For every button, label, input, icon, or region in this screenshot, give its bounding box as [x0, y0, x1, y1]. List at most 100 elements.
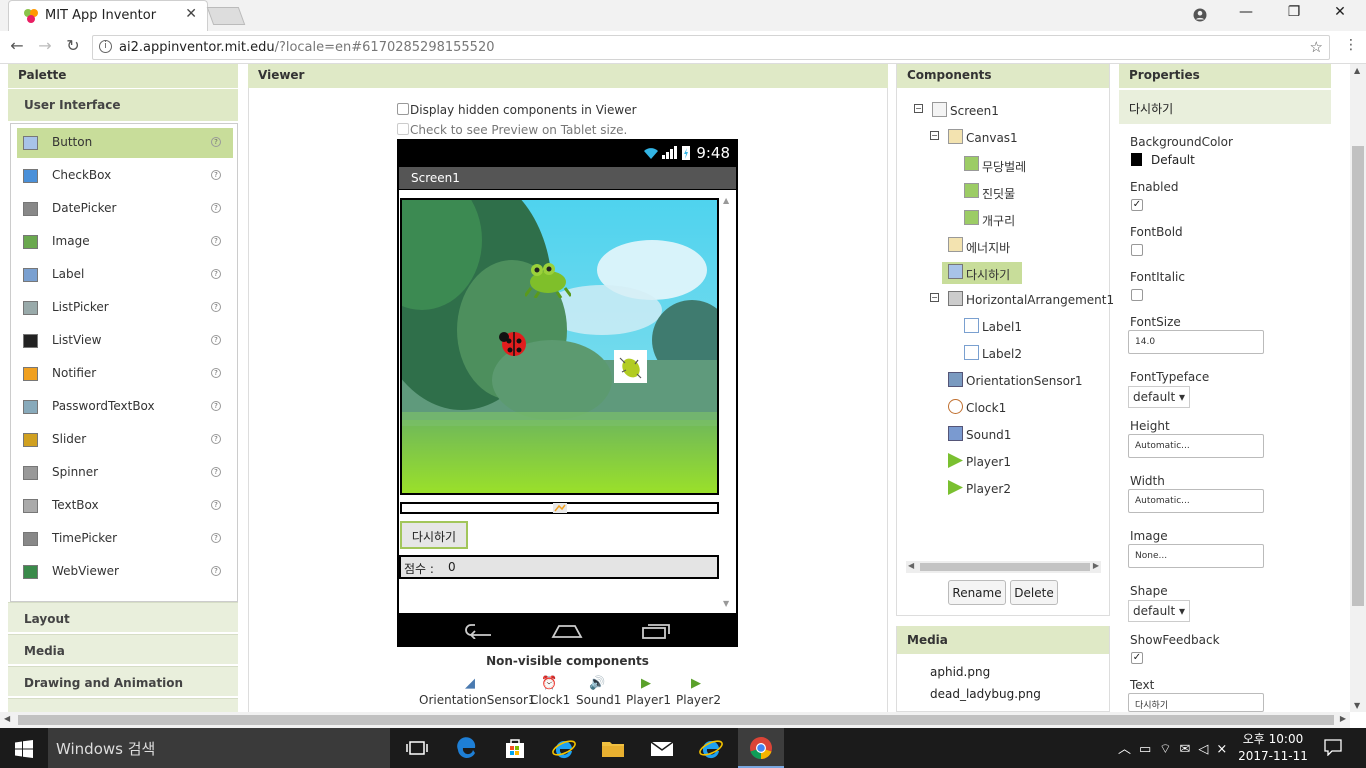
task-view-icon[interactable] [404, 736, 430, 760]
rename-button[interactable]: Rename [948, 580, 1006, 605]
tablet-preview-checkbox[interactable] [397, 123, 409, 135]
palette-item-passwordtextbox[interactable]: PasswordTextBox? [17, 392, 233, 422]
store-icon[interactable] [502, 736, 528, 760]
palette-category-media[interactable]: Media [8, 634, 238, 664]
image-input[interactable]: None... [1128, 544, 1264, 568]
help-icon[interactable]: ? [211, 137, 221, 147]
help-icon[interactable]: ? [211, 335, 221, 345]
phone-recents-icon[interactable] [641, 623, 671, 639]
palette-item-button[interactable]: Button? [17, 128, 233, 158]
palette-item-notifier[interactable]: Notifier? [17, 359, 233, 389]
backgroundcolor-value[interactable]: Default [1151, 153, 1195, 167]
edge-icon[interactable] [454, 736, 480, 760]
components-hscrollbar[interactable]: ◀ ▶ [906, 561, 1101, 573]
tab-close-icon[interactable]: ✕ [185, 6, 197, 22]
delete-button[interactable]: Delete [1010, 580, 1058, 605]
back-arrow-icon[interactable]: ← [6, 36, 28, 58]
palette-item-listpicker[interactable]: ListPicker? [17, 293, 233, 323]
tree-collapse-toggle[interactable]: − [914, 104, 923, 113]
palette-item-spinner[interactable]: Spinner? [17, 458, 233, 488]
display-hidden-checkbox[interactable] [397, 103, 409, 115]
close-window-button[interactable]: ✕ [1320, 4, 1360, 26]
fontbold-checkbox[interactable] [1131, 244, 1143, 256]
palette-item-slider[interactable]: Slider? [17, 425, 233, 455]
nonvisible-clock1[interactable]: ⏰ Clock1 [530, 676, 570, 707]
help-icon[interactable]: ? [211, 533, 221, 543]
nonvisible-sound1[interactable]: 🔊 Sound1 [576, 676, 621, 707]
showfeedback-checkbox[interactable]: ✓ [1131, 652, 1143, 664]
nonvisible-player2[interactable]: ▶ Player2 [676, 676, 721, 707]
palette-category-user-interface[interactable]: User Interface [8, 89, 238, 121]
palette-item-datepicker[interactable]: DatePicker? [17, 194, 233, 224]
help-icon[interactable]: ? [211, 467, 221, 477]
internet-explorer-icon[interactable] [698, 736, 724, 760]
help-icon[interactable]: ? [211, 302, 221, 312]
media-file-item[interactable]: dead_ladybug.png [930, 687, 1041, 701]
file-explorer-icon[interactable] [600, 736, 626, 760]
palette-item-label[interactable]: Label? [17, 260, 233, 290]
height-input[interactable]: Automatic... [1128, 434, 1264, 458]
frog-sprite[interactable] [525, 262, 571, 298]
taskbar-clock[interactable]: 오후 10:00 2017-11-11 [1238, 731, 1308, 765]
forward-arrow-icon[interactable]: → [34, 36, 56, 58]
url-bar[interactable]: i ai2.appinventor.mit.edu/?locale=en#617… [92, 35, 1330, 60]
fonttypeface-select[interactable]: default ▾ [1128, 386, 1191, 408]
palette-item-listview[interactable]: ListView? [17, 326, 233, 356]
bookmark-star-icon[interactable]: ☆ [1310, 38, 1323, 56]
phone-back-icon[interactable] [465, 623, 495, 639]
help-icon[interactable]: ? [211, 269, 221, 279]
help-icon[interactable]: ? [211, 203, 221, 213]
enabled-checkbox[interactable]: ✓ [1131, 199, 1143, 211]
browser-tab[interactable]: MIT App Inventor ✕ [8, 0, 208, 31]
ladybug-sprite[interactable] [497, 327, 529, 359]
tree-collapse-toggle[interactable]: − [930, 131, 939, 140]
help-icon[interactable]: ? [211, 236, 221, 246]
restart-button[interactable]: 다시하기 [400, 521, 468, 549]
width-input[interactable]: Automatic... [1128, 489, 1264, 513]
new-tab-button[interactable] [206, 7, 246, 25]
mail-icon[interactable] [649, 736, 675, 760]
browser-menu-icon[interactable]: ⋮ [1342, 37, 1360, 53]
page-horizontal-scrollbar[interactable]: ◀ ▶ [0, 712, 1350, 728]
nonvisible-orientationsensor1[interactable]: ◢ OrientationSensor1 [419, 676, 536, 707]
phone-home-icon[interactable] [551, 623, 583, 639]
component-다시하기[interactable]: 다시하기 [942, 262, 1022, 284]
shape-select[interactable]: default ▾ [1128, 600, 1191, 622]
energy-bar-canvas[interactable] [400, 502, 719, 514]
help-icon[interactable]: ? [211, 170, 221, 180]
help-icon[interactable]: ? [211, 368, 221, 378]
page-vertical-scrollbar[interactable]: ▲ ▼ [1350, 64, 1366, 712]
fontitalic-checkbox[interactable] [1131, 289, 1143, 301]
fontsize-input[interactable]: 14.0 [1128, 330, 1264, 354]
canvas1[interactable] [400, 198, 719, 495]
help-icon[interactable]: ? [211, 434, 221, 444]
help-icon[interactable]: ? [211, 401, 221, 411]
site-info-icon[interactable]: i [99, 40, 112, 53]
reload-icon[interactable]: ↻ [62, 36, 84, 58]
chrome-icon[interactable] [748, 736, 774, 760]
palette-item-image[interactable]: Image? [17, 227, 233, 257]
screen-scrollbar[interactable]: ▲ ▼ [722, 196, 732, 608]
internet-explorer-icon[interactable] [551, 736, 577, 760]
windows-search-box[interactable]: Windows 검색 [48, 728, 390, 768]
palette-item-webviewer[interactable]: WebViewer? [17, 557, 233, 587]
system-tray-icons[interactable]: ︿▭⌔✉◁× [1118, 738, 1235, 757]
windows-start-icon[interactable] [15, 740, 33, 758]
text-input[interactable]: 다시하기 [1128, 693, 1264, 712]
backgroundcolor-swatch[interactable] [1131, 153, 1142, 166]
palette-category-layout[interactable]: Layout [8, 602, 238, 632]
notification-icon[interactable] [1324, 738, 1342, 756]
palette-category-next[interactable] [8, 698, 238, 712]
minimize-window-button[interactable]: — [1226, 4, 1266, 26]
palette-category-drawing-animation[interactable]: Drawing and Animation [8, 666, 238, 696]
media-file-item[interactable]: aphid.png [930, 665, 990, 679]
palette-item-timepicker[interactable]: TimePicker? [17, 524, 233, 554]
restore-window-button[interactable]: ❐ [1274, 4, 1314, 26]
nonvisible-player1[interactable]: ▶ Player1 [626, 676, 671, 707]
palette-item-checkbox[interactable]: CheckBox? [17, 161, 233, 191]
profile-icon[interactable] [1180, 4, 1220, 26]
tree-collapse-toggle[interactable]: − [930, 293, 939, 302]
palette-item-textbox[interactable]: TextBox? [17, 491, 233, 521]
help-icon[interactable]: ? [211, 566, 221, 576]
aphid-sprite[interactable] [614, 350, 647, 383]
